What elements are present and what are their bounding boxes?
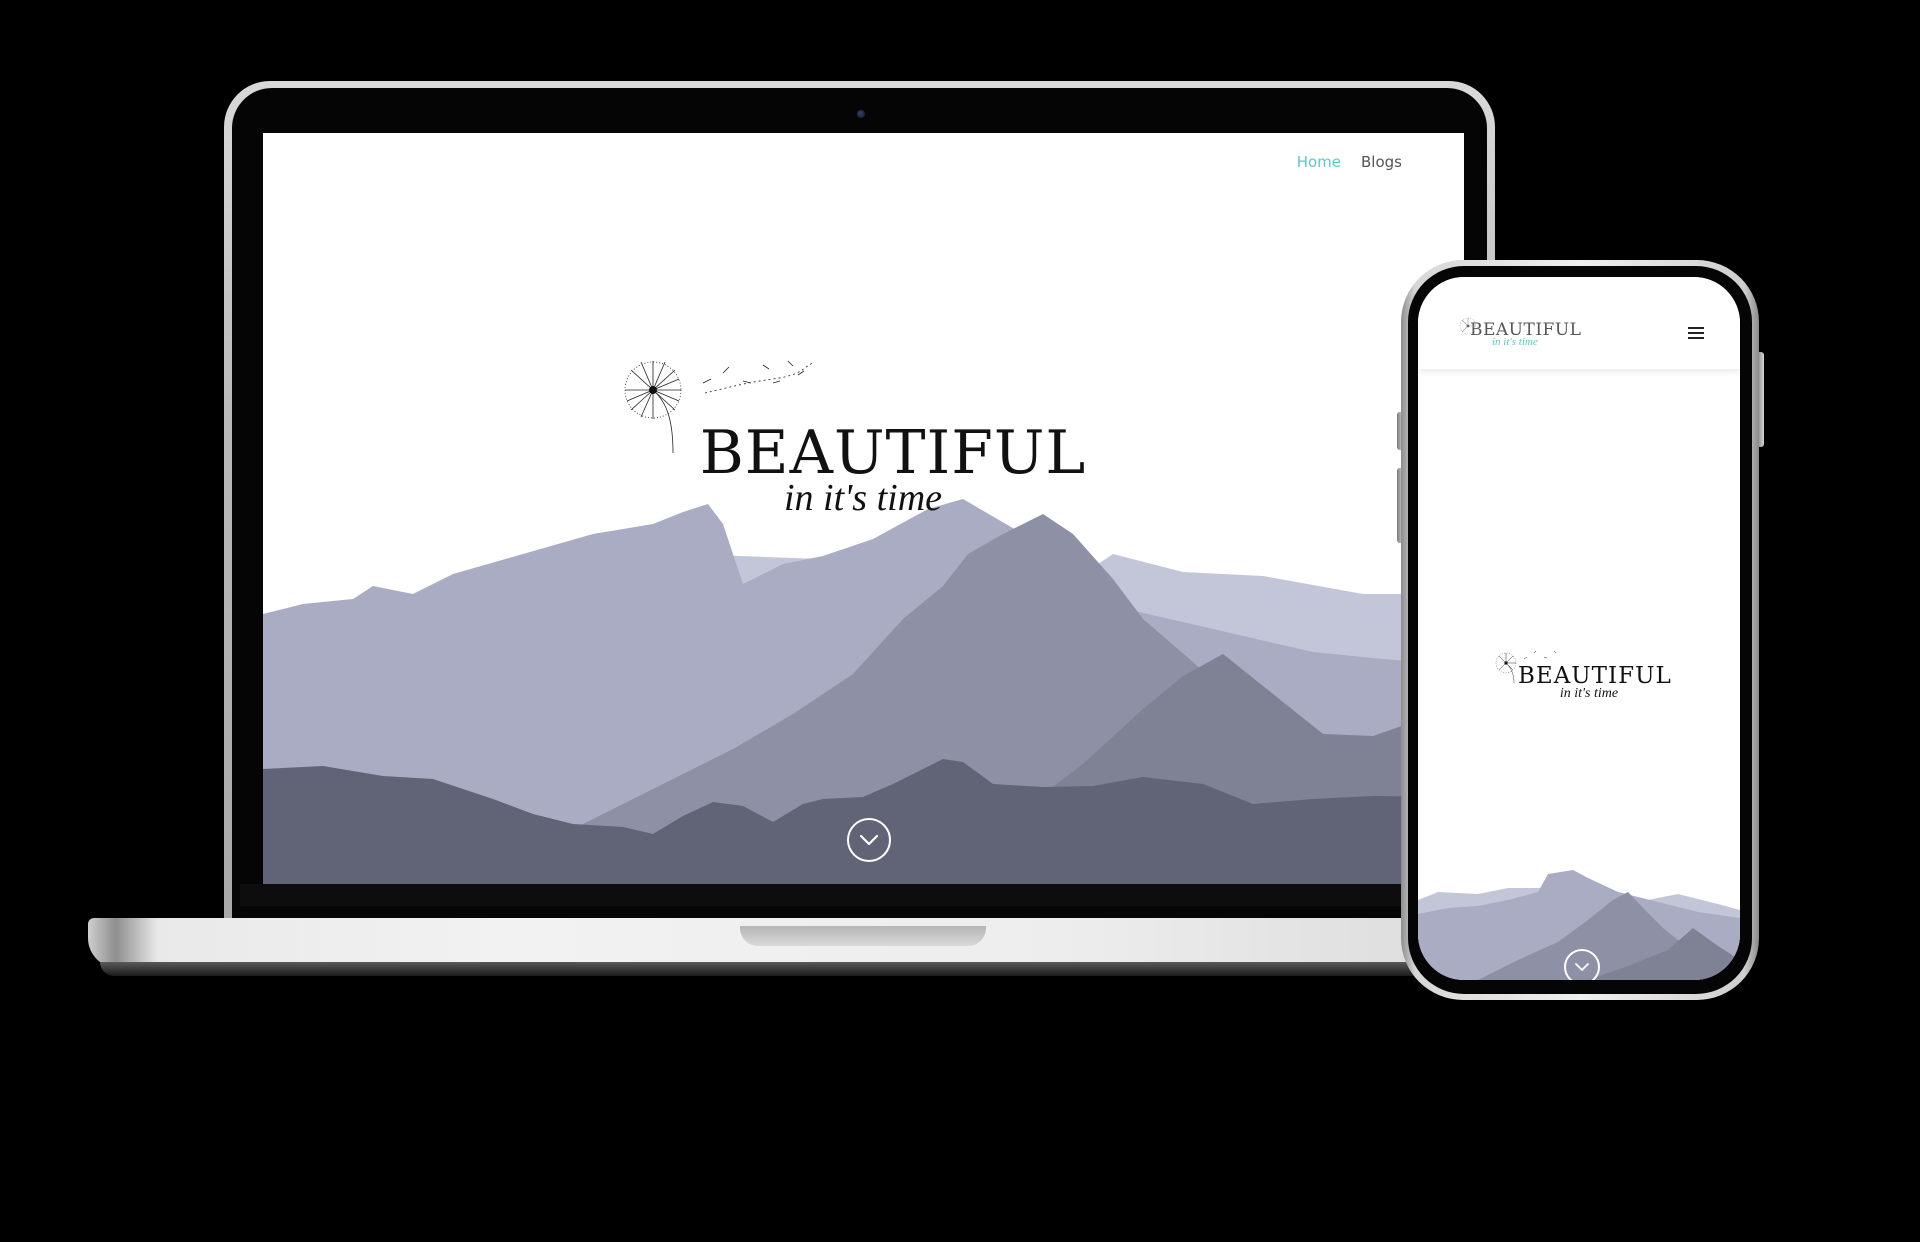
mobile-scroll-down-button[interactable] — [1564, 949, 1600, 980]
dandelion-icon — [1459, 317, 1477, 335]
mobile-logo-subtitle: in it's time — [1559, 686, 1619, 701]
chevron-down-icon — [859, 834, 879, 846]
logo-title: BEAUTIFUL — [699, 418, 1087, 488]
logo-subtitle: in it's time — [783, 477, 942, 519]
nav-item-home[interactable]: Home — [1297, 153, 1341, 171]
laptop-base-edge — [100, 962, 1480, 976]
mobile-header-logo[interactable]: BEAUTIFUL in it's time — [1459, 317, 1590, 348]
mobile-logo-title: BEAUTIFUL — [1518, 663, 1672, 689]
scroll-down-button[interactable] — [847, 818, 891, 862]
hamburger-menu-icon[interactable] — [1688, 327, 1704, 341]
mobile-header: BEAUTIFUL in it's time — [1418, 277, 1740, 369]
desktop-hero-logo: BEAUTIFUL in it's time — [624, 360, 1085, 517]
mobile-hero-logo: BEAUTIFUL in it's time — [1495, 650, 1671, 701]
nav-item-blogs[interactable]: Blogs — [1361, 153, 1402, 171]
laptop-opening-notch — [740, 926, 986, 946]
device-mockup-scene: Home Blogs BEAUTIFUL in it's time BEAUTI… — [0, 0, 1920, 1242]
laptop-chin — [240, 884, 1480, 906]
desktop-website-screen: Home Blogs BEAUTIFUL in it's time — [263, 133, 1464, 884]
chevron-down-icon — [1575, 963, 1589, 971]
laptop-camera-icon — [857, 110, 865, 118]
desktop-nav: Home Blogs — [1297, 153, 1402, 171]
mobile-website-screen: BEAUTIFUL in it's time BEAUTIFUL in it's… — [1418, 277, 1740, 980]
